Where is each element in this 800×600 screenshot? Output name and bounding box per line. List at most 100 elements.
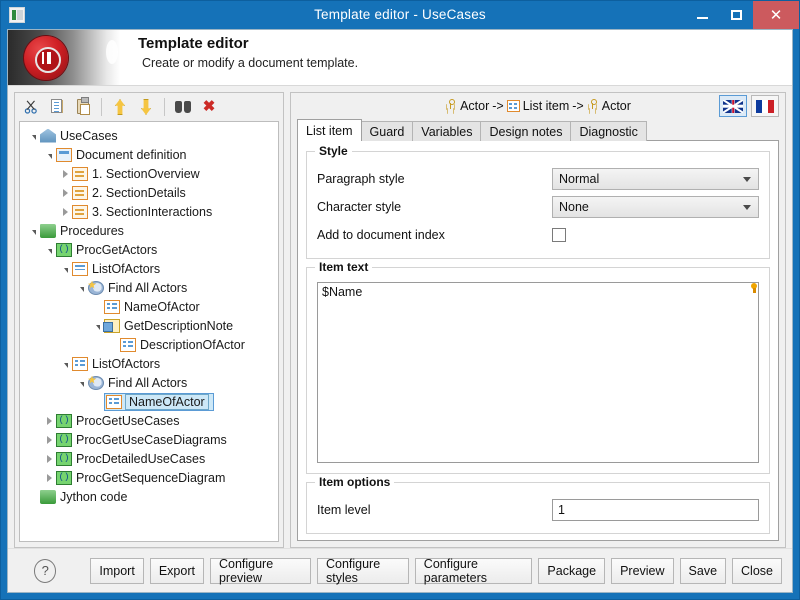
tab-list-item[interactable]: List item: [297, 119, 362, 141]
tree-collapse-icon[interactable]: [26, 132, 40, 140]
tree-node[interactable]: NameOfActor: [20, 392, 278, 411]
tree-node-content[interactable]: Find All Actors: [88, 375, 191, 390]
tree-node[interactable]: () ProcGetUseCases: [20, 411, 278, 430]
breadcrumb-segment-3[interactable]: Actor: [602, 99, 631, 113]
delete-button[interactable]: ✖: [197, 95, 221, 119]
tree-collapse-icon[interactable]: [58, 265, 72, 273]
breadcrumb-segment-2[interactable]: List item: [523, 99, 570, 113]
export-button[interactable]: Export: [149, 557, 204, 584]
tree-node[interactable]: () ProcGetActors: [20, 240, 278, 259]
tree-collapse-icon[interactable]: [90, 322, 104, 330]
tab-design-notes[interactable]: Design notes: [480, 121, 572, 141]
tree-node[interactable]: () ProcGetUseCaseDiagrams: [20, 430, 278, 449]
tree-node[interactable]: () ProcGetSequenceDiagram: [20, 468, 278, 487]
tree-collapse-icon[interactable]: [74, 379, 88, 387]
tree-node[interactable]: Document definition: [20, 145, 278, 164]
tree-node[interactable]: Procedures: [20, 221, 278, 240]
tree-expand-icon[interactable]: [42, 416, 56, 425]
tree-node-content[interactable]: DescriptionOfActor: [120, 337, 249, 352]
tree-collapse-icon[interactable]: [42, 151, 56, 159]
language-button-en[interactable]: [719, 95, 747, 117]
configure-preview-button[interactable]: Configure preview: [209, 557, 311, 585]
tree-collapse-icon[interactable]: [42, 246, 56, 254]
chevron-down-icon: [743, 177, 751, 182]
import-button[interactable]: Import: [90, 557, 144, 584]
minimize-button[interactable]: [685, 1, 719, 29]
tree-node[interactable]: ListOfActors: [20, 259, 278, 278]
tree-expand-icon[interactable]: [58, 169, 72, 178]
paragraph-style-select[interactable]: Normal: [552, 168, 759, 190]
save-button[interactable]: Save: [679, 557, 727, 584]
item-text-group-legend: Item text: [315, 260, 373, 274]
tree-expand-icon[interactable]: [42, 435, 56, 444]
character-style-select[interactable]: None: [552, 196, 759, 218]
tree-node-content[interactable]: NameOfActor: [104, 299, 204, 314]
tree-expand-icon[interactable]: [42, 454, 56, 463]
tree-node-label: NameOfActor: [124, 299, 200, 314]
tree-collapse-icon[interactable]: [74, 284, 88, 292]
tree-node-content[interactable]: () ProcGetUseCaseDiagrams: [56, 432, 231, 447]
tree-node-selected[interactable]: NameOfActor: [104, 392, 214, 411]
tree-collapse-icon[interactable]: [26, 227, 40, 235]
tree-node[interactable]: Jython code: [20, 487, 278, 506]
close-button[interactable]: Close: [732, 557, 782, 584]
tree-node[interactable]: ListOfActors: [20, 354, 278, 373]
item-text-input[interactable]: $Name: [317, 282, 759, 463]
tree-expand-icon[interactable]: [42, 473, 56, 482]
tree-node-content[interactable]: () ProcGetSequenceDiagram: [56, 470, 229, 485]
arrow-down-shape: [141, 99, 151, 115]
help-button[interactable]: ?: [34, 558, 57, 583]
preview-button[interactable]: Preview: [611, 557, 674, 584]
configure-parameters-button[interactable]: Configure parameters: [414, 557, 533, 585]
tree-node[interactable]: UseCases: [20, 126, 278, 145]
tree-view[interactable]: UseCases Document definition 1. SectionOve…: [19, 121, 279, 542]
add-to-index-checkbox[interactable]: [552, 228, 566, 242]
tree-expand-icon[interactable]: [58, 188, 72, 197]
close-button[interactable]: ✕: [753, 1, 799, 29]
cut-button[interactable]: [19, 95, 43, 119]
tab-guard[interactable]: Guard: [360, 121, 414, 141]
tree-node-content[interactable]: () ProcGetUseCases: [56, 413, 184, 428]
tree-collapse-icon[interactable]: [58, 360, 72, 368]
cut-icon-svg: [24, 100, 37, 114]
tree-node-content[interactable]: 2. SectionDetails: [72, 185, 190, 200]
tree-node-content[interactable]: 3. SectionInteractions: [72, 204, 216, 219]
tree-node[interactable]: Find All Actors: [20, 278, 278, 297]
tree-node[interactable]: NameOfActor: [20, 297, 278, 316]
tree-node[interactable]: Find All Actors: [20, 373, 278, 392]
configure-styles-button[interactable]: Configure styles: [316, 557, 409, 585]
tab-variables[interactable]: Variables: [412, 121, 482, 141]
find-button[interactable]: [171, 95, 195, 119]
tree-expand-icon[interactable]: [58, 207, 72, 216]
tree-node-content[interactable]: Jython code: [40, 489, 131, 504]
tree-node[interactable]: 1. SectionOverview: [20, 164, 278, 183]
maximize-button[interactable]: [719, 1, 753, 29]
tree-node[interactable]: 2. SectionDetails: [20, 183, 278, 202]
item-level-input[interactable]: 1: [552, 499, 759, 521]
x-glyph: ✖: [202, 98, 216, 115]
tree-node[interactable]: 3. SectionInteractions: [20, 202, 278, 221]
tree-node-content[interactable]: 1. SectionOverview: [72, 166, 204, 181]
package-button[interactable]: Package: [538, 557, 606, 584]
paste-button[interactable]: [71, 95, 95, 119]
tree-node-content[interactable]: ListOfActors: [72, 356, 164, 371]
tree-node-content[interactable]: ListOfActors: [72, 261, 164, 276]
language-button-fr[interactable]: [751, 95, 779, 117]
tree-node[interactable]: DescriptionOfActor: [20, 335, 278, 354]
tree-node-content[interactable]: UseCases: [40, 128, 122, 143]
tree-node[interactable]: () ProcDetailedUseCases: [20, 449, 278, 468]
tree-node-content[interactable]: () ProcDetailedUseCases: [56, 451, 209, 466]
tree-node-content[interactable]: Procedures: [40, 223, 128, 238]
move-down-button[interactable]: [134, 95, 158, 119]
tab-diagnostic[interactable]: Diagnostic: [570, 121, 647, 141]
tree-node-content[interactable]: GetDescriptionNote: [103, 318, 237, 333]
item-options-group: Item options Item level 1: [306, 475, 770, 534]
move-up-button[interactable]: [108, 95, 132, 119]
tree-node[interactable]: GetDescriptionNote: [20, 316, 278, 335]
tree-node-content[interactable]: Document definition: [56, 147, 190, 162]
lightbulb-icon[interactable]: [750, 283, 758, 294]
copy-button[interactable]: [45, 95, 69, 119]
tree-node-content[interactable]: Find All Actors: [88, 280, 191, 295]
tree-node-content[interactable]: () ProcGetActors: [56, 242, 161, 257]
breadcrumb-segment-1[interactable]: Actor: [460, 99, 489, 113]
